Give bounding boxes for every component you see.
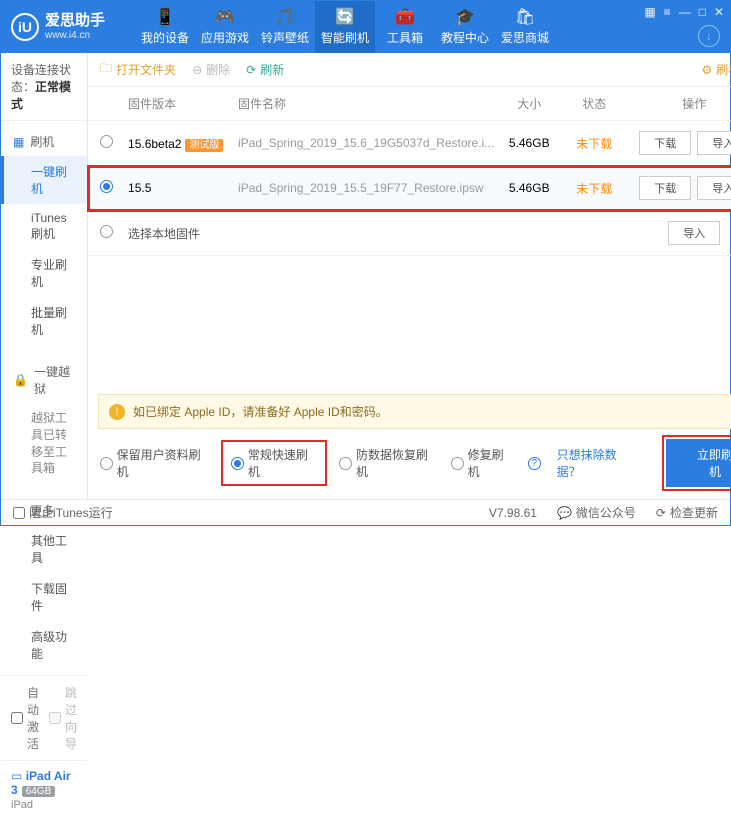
block-itunes-checkbox[interactable]: 阻止iTunes运行 [13, 504, 113, 521]
refresh-button[interactable]: ⟳刷新 [246, 61, 284, 78]
sidebar: 设备连接状态：正常模式 ▦刷机 一键刷机 iTunes刷机 专业刷机 批量刷机 … [1, 53, 88, 499]
nav-store[interactable]: 🛍爱思商城 [495, 1, 555, 53]
import-button[interactable]: 导入 [668, 221, 720, 245]
minimize-button[interactable]: — [679, 5, 691, 19]
sidebar-item-pro[interactable]: 专业刷机 [1, 249, 87, 297]
warning-icon: ! [109, 404, 125, 420]
erase-only-link[interactable]: 只想抹除数据？ [557, 446, 638, 480]
group-flash[interactable]: ▦刷机 [1, 127, 87, 156]
wechat-link[interactable]: 💬微信公众号 [557, 504, 636, 521]
gear-icon: ⚙ [701, 63, 712, 77]
flash-settings-button[interactable]: ⚙刷机设置 [701, 61, 731, 78]
row-radio[interactable] [100, 180, 113, 193]
phone-icon: 📱 [156, 8, 174, 26]
brand-url: www.i4.cn [45, 30, 105, 41]
nav-ringtones[interactable]: 🎵铃声壁纸 [255, 1, 315, 53]
appleid-notice: ! 如已绑定 Apple ID，请准备好 Apple ID和密码。 ✕ [98, 394, 731, 429]
flash-now-button[interactable]: 立即刷机 [666, 439, 731, 487]
folder-icon: 🗀 [100, 59, 112, 80]
main-panel: 🗀打开文件夹 ⊖删除 ⟳刷新 ⚙刷机设置 固件版本 固件名称 大小 状态 操作 … [88, 53, 731, 499]
sidebar-item-oneclick[interactable]: 一键刷机 [1, 156, 87, 204]
col-version: 固件版本 [128, 95, 238, 112]
brand-name: 爱思助手 [45, 13, 105, 30]
lock-icon: 🔒 [13, 373, 28, 387]
help-icon[interactable]: ? [528, 457, 541, 470]
cart-icon: 🛍 [516, 8, 534, 26]
nav-my-device[interactable]: 📱我的设备 [135, 1, 195, 53]
nav-flash[interactable]: 🔄智能刷机 [315, 1, 375, 53]
download-indicator-icon[interactable]: ↓ [698, 25, 720, 47]
nav-toolbox[interactable]: 🧰工具箱 [375, 1, 435, 53]
mode-repair[interactable]: 修复刷机 [451, 446, 514, 480]
sidebar-item-batch[interactable]: 批量刷机 [1, 297, 87, 345]
col-ops: 操作 [624, 95, 731, 112]
toolbox-icon: 🧰 [396, 8, 414, 26]
table-row[interactable]: 15.6beta2测试版 iPad_Spring_2019_15.6_19G50… [88, 121, 731, 166]
music-icon: 🎵 [276, 8, 294, 26]
title-bar: iU 爱思助手 www.i4.cn 📱我的设备 🎮应用游戏 🎵铃声壁纸 🔄智能刷… [1, 1, 730, 53]
col-name: 固件名称 [238, 95, 494, 112]
auto-activate-checkbox[interactable]: 自动激活 [11, 684, 39, 752]
footer: 阻止iTunes运行 V7.98.61 💬微信公众号 ⟳检查更新 [1, 499, 730, 525]
sidebar-item-jailnote: 越狱工具已转移至工具箱 [1, 403, 87, 484]
sidebar-item-itunes[interactable]: iTunes刷机 [1, 204, 87, 249]
refresh-icon: 🔄 [336, 8, 354, 26]
device-info[interactable]: ▭ iPad Air 364GB iPad [1, 760, 87, 819]
maximize-button[interactable]: □ [699, 5, 706, 19]
refresh-icon: ⟳ [246, 63, 256, 77]
skin-button[interactable]: ▦ [644, 5, 655, 19]
connection-status: 设备连接状态：正常模式 [1, 53, 87, 121]
table-row[interactable]: 15.5 iPad_Spring_2019_15.5_19F77_Restore… [88, 166, 731, 211]
download-button[interactable]: 下载 [639, 176, 691, 200]
book-icon: 🎓 [456, 8, 474, 26]
top-nav: 📱我的设备 🎮应用游戏 🎵铃声壁纸 🔄智能刷机 🧰工具箱 🎓教程中心 🛍爱思商城 [135, 1, 555, 53]
nav-apps[interactable]: 🎮应用游戏 [195, 1, 255, 53]
row-radio[interactable] [100, 135, 113, 148]
mode-keep[interactable]: 保留用户资料刷机 [100, 446, 209, 480]
local-firmware-row[interactable]: 选择本地固件 导入 [88, 211, 731, 256]
logo-icon: iU [11, 13, 39, 41]
mode-antidata[interactable]: 防数据恢复刷机 [339, 446, 437, 480]
sidebar-item-adv[interactable]: 高级功能 [1, 621, 87, 669]
delete-icon: ⊖ [192, 63, 202, 77]
import-button[interactable]: 导入 [697, 176, 731, 200]
col-size: 大小 [494, 95, 564, 112]
import-button[interactable]: 导入 [697, 131, 731, 155]
nav-tutorials[interactable]: 🎓教程中心 [435, 1, 495, 53]
delete-button[interactable]: ⊖删除 [192, 61, 230, 78]
toolbar: 🗀打开文件夹 ⊖删除 ⟳刷新 ⚙刷机设置 [88, 53, 731, 87]
download-button[interactable]: 下载 [639, 131, 691, 155]
logo: iU 爱思助手 www.i4.cn [11, 13, 105, 41]
flash-mode-bar: 保留用户资料刷机 常规快速刷机 防数据恢复刷机 修复刷机 ? 只想抹除数据？ 立… [88, 429, 731, 499]
update-icon: ⟳ [656, 506, 666, 520]
version-label: V7.98.61 [489, 506, 537, 520]
row-radio[interactable] [100, 225, 113, 238]
mode-normal[interactable]: 常规快速刷机 [223, 442, 325, 484]
table-header: 固件版本 固件名称 大小 状态 操作 [88, 87, 731, 121]
menu-button[interactable]: ≡ [664, 5, 671, 19]
sidebar-item-dlfw[interactable]: 下载固件 [1, 573, 87, 621]
close-button[interactable]: ✕ [714, 5, 724, 19]
window-controls: ▦ ≡ — □ ✕ [644, 5, 724, 19]
check-update-link[interactable]: ⟳检查更新 [656, 504, 718, 521]
apps-icon: 🎮 [216, 8, 234, 26]
sidebar-item-other[interactable]: 其他工具 [1, 525, 87, 573]
open-folder-button[interactable]: 🗀打开文件夹 [100, 59, 176, 80]
group-jailbreak[interactable]: 🔒一键越狱 [1, 357, 87, 403]
wechat-icon: 💬 [557, 506, 572, 520]
skip-guide-checkbox[interactable]: 跳过向导 [49, 684, 77, 752]
col-status: 状态 [564, 95, 624, 112]
